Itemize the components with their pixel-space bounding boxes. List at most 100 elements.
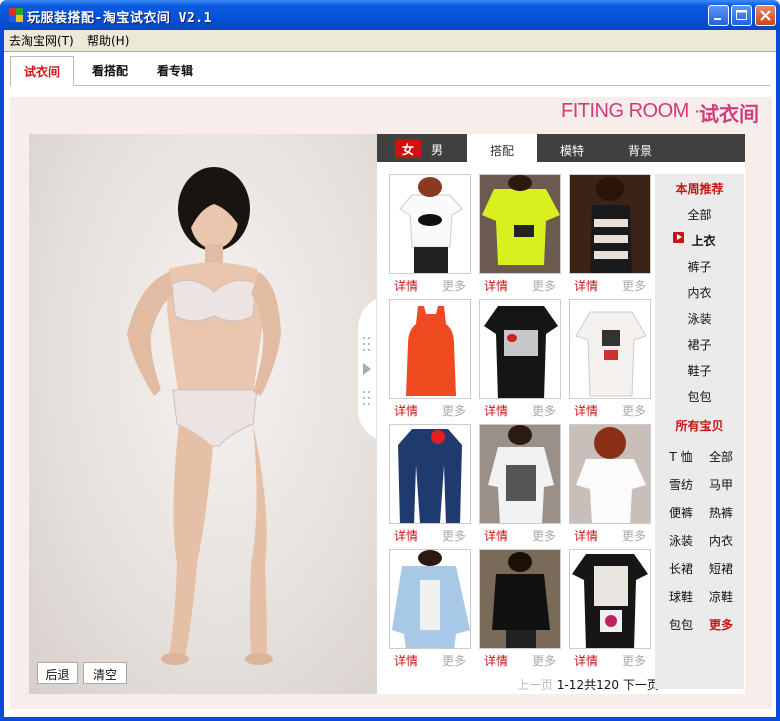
product-detail-link[interactable]: 详情 [484, 527, 508, 544]
product-more-link[interactable]: 更多 [622, 277, 646, 294]
all-sandals[interactable]: 凉鞋 [699, 588, 743, 605]
product-detail-link[interactable]: 详情 [574, 652, 598, 669]
undo-button[interactable]: 后退 [37, 662, 78, 684]
product-card[interactable]: 详情 更多 [389, 549, 471, 669]
category-sidebar: 本周推荐 全部 上衣 裤子 内衣 泳装 裙子 鞋子 包包 所有宝贝 T 恤 全部… [655, 174, 744, 689]
product-card[interactable]: 详情 更多 [389, 299, 471, 419]
next-page-link[interactable]: 下一页 [623, 678, 659, 692]
minimize-button[interactable] [708, 5, 729, 26]
window-client: 去淘宝网(T) 帮助(H) 试衣间 看搭配 看专辑 FITING ROOM · … [4, 30, 776, 717]
menu-bar: 去淘宝网(T) 帮助(H) [4, 30, 776, 49]
all-more-link[interactable]: 更多 [699, 616, 743, 633]
product-thumbnail[interactable] [389, 174, 471, 274]
product-thumbnail[interactable] [389, 424, 471, 524]
product-thumbnail[interactable] [389, 299, 471, 399]
product-more-link[interactable]: 更多 [532, 652, 556, 669]
product-thumbnail[interactable] [569, 549, 651, 649]
product-more-link[interactable]: 更多 [442, 277, 466, 294]
product-more-link[interactable]: 更多 [442, 652, 466, 669]
product-thumbnail[interactable] [569, 174, 651, 274]
all-all[interactable]: 全部 [699, 448, 743, 465]
product-detail-link[interactable]: 详情 [394, 277, 418, 294]
product-more-link[interactable]: 更多 [442, 402, 466, 419]
product-more-link[interactable]: 更多 [532, 277, 556, 294]
product-card[interactable]: 详情 更多 [569, 549, 651, 669]
tab-model[interactable]: 模特 [542, 134, 602, 162]
category-pants[interactable]: 裤子 [655, 258, 744, 275]
all-bags[interactable]: 包包 [659, 616, 703, 633]
all-underwear[interactable]: 内衣 [699, 532, 743, 549]
tab-fitting-room[interactable]: 试衣间 [10, 56, 74, 86]
gender-male-toggle[interactable]: 男 [431, 141, 443, 158]
title-bar[interactable]: 玩服装搭配-淘宝试衣间 V2.1 [0, 0, 780, 30]
product-more-link[interactable]: 更多 [622, 402, 646, 419]
product-detail-link[interactable]: 详情 [394, 652, 418, 669]
category-bags[interactable]: 包包 [655, 388, 744, 405]
tab-outfits[interactable]: 看搭配 [80, 56, 140, 86]
catalog-panel: 女 男 搭配 模特 背景 详情 更多 详情 更多 详情 更多 详情 更多 详情 … [377, 134, 745, 694]
fitting-stage: FITING ROOM · 试衣间 后退 清空 女 男 搭配 模特 背景 详情 … [10, 97, 772, 709]
maximize-button[interactable] [731, 5, 752, 26]
all-hot-pants[interactable]: 热裤 [699, 504, 743, 521]
menu-goto-taobao[interactable]: 去淘宝网(T) [9, 32, 74, 49]
product-thumbnail[interactable] [479, 299, 561, 399]
product-detail-link[interactable]: 详情 [484, 402, 508, 419]
product-thumbnail[interactable] [479, 549, 561, 649]
product-card[interactable]: 详情 更多 [479, 424, 561, 544]
product-more-link[interactable]: 更多 [622, 652, 646, 669]
product-thumbnail[interactable] [569, 424, 651, 524]
product-card[interactable]: 详情 更多 [389, 424, 471, 544]
product-detail-link[interactable]: 详情 [394, 527, 418, 544]
product-more-link[interactable]: 更多 [442, 527, 466, 544]
product-thumbnail[interactable] [569, 299, 651, 399]
close-button[interactable] [755, 5, 776, 26]
all-casual-pants[interactable]: 便裤 [659, 504, 703, 521]
category-tops[interactable]: 上衣 [659, 232, 748, 249]
all-vest[interactable]: 马甲 [699, 476, 743, 493]
all-long-skirt[interactable]: 长裙 [659, 560, 703, 577]
all-tshirt[interactable]: T 恤 [659, 448, 703, 465]
all-chiffon[interactable]: 雪纺 [659, 476, 703, 493]
category-shoes[interactable]: 鞋子 [655, 362, 744, 379]
product-detail-link[interactable]: 详情 [484, 652, 508, 669]
product-card[interactable]: 详情 更多 [479, 549, 561, 669]
product-thumbnail[interactable] [479, 424, 561, 524]
product-card[interactable]: 详情 更多 [569, 424, 651, 544]
product-card[interactable]: 详情 更多 [479, 299, 561, 419]
all-swimwear[interactable]: 泳装 [659, 532, 703, 549]
product-detail-link[interactable]: 详情 [574, 527, 598, 544]
product-card[interactable]: 详情 更多 [389, 174, 471, 294]
all-sneakers[interactable]: 球鞋 [659, 588, 703, 605]
gender-female-toggle[interactable]: 女 [395, 139, 421, 158]
product-more-link[interactable]: 更多 [532, 527, 556, 544]
product-card[interactable]: 详情 更多 [569, 299, 651, 419]
clear-button[interactable]: 清空 [83, 662, 127, 684]
all-short-skirt[interactable]: 短裙 [699, 560, 743, 577]
category-all[interactable]: 全部 [655, 206, 744, 223]
tab-background[interactable]: 背景 [605, 134, 675, 162]
product-detail-link[interactable]: 详情 [574, 402, 598, 419]
product-card[interactable]: 详情 更多 [569, 174, 651, 294]
product-more-link[interactable]: 更多 [532, 402, 556, 419]
drawer-toggle-handle[interactable] [354, 299, 376, 439]
all-items-heading: 所有宝贝 [675, 419, 724, 433]
product-detail-link[interactable]: 详情 [394, 402, 418, 419]
menu-help[interactable]: 帮助(H) [87, 32, 129, 49]
pagination: 上一页 1-12共120 下一页 [517, 676, 659, 693]
product-card[interactable]: 详情 更多 [479, 174, 561, 294]
product-detail-link[interactable]: 详情 [574, 277, 598, 294]
category-swimwear[interactable]: 泳装 [655, 310, 744, 327]
category-underwear[interactable]: 内衣 [655, 284, 744, 301]
tab-albums[interactable]: 看专辑 [145, 56, 205, 86]
product-thumbnail[interactable] [479, 174, 561, 274]
product-thumbnail[interactable] [389, 549, 471, 649]
product-detail-link[interactable]: 详情 [484, 277, 508, 294]
product-grid: 详情 更多 详情 更多 详情 更多 详情 更多 详情 更多 详情 更多 详情 更… [387, 174, 657, 668]
main-content: 试衣间 看搭配 看专辑 FITING ROOM · 试衣间 后退 清空 女 男 … [4, 51, 776, 717]
prev-page-link[interactable]: 上一页 [517, 678, 553, 692]
minimize-icon [714, 18, 721, 20]
category-skirts[interactable]: 裙子 [655, 336, 744, 353]
product-more-link[interactable]: 更多 [622, 527, 646, 544]
tab-outfit[interactable]: 搭配 [467, 134, 537, 162]
model-viewer[interactable]: 后退 清空 [29, 134, 377, 694]
